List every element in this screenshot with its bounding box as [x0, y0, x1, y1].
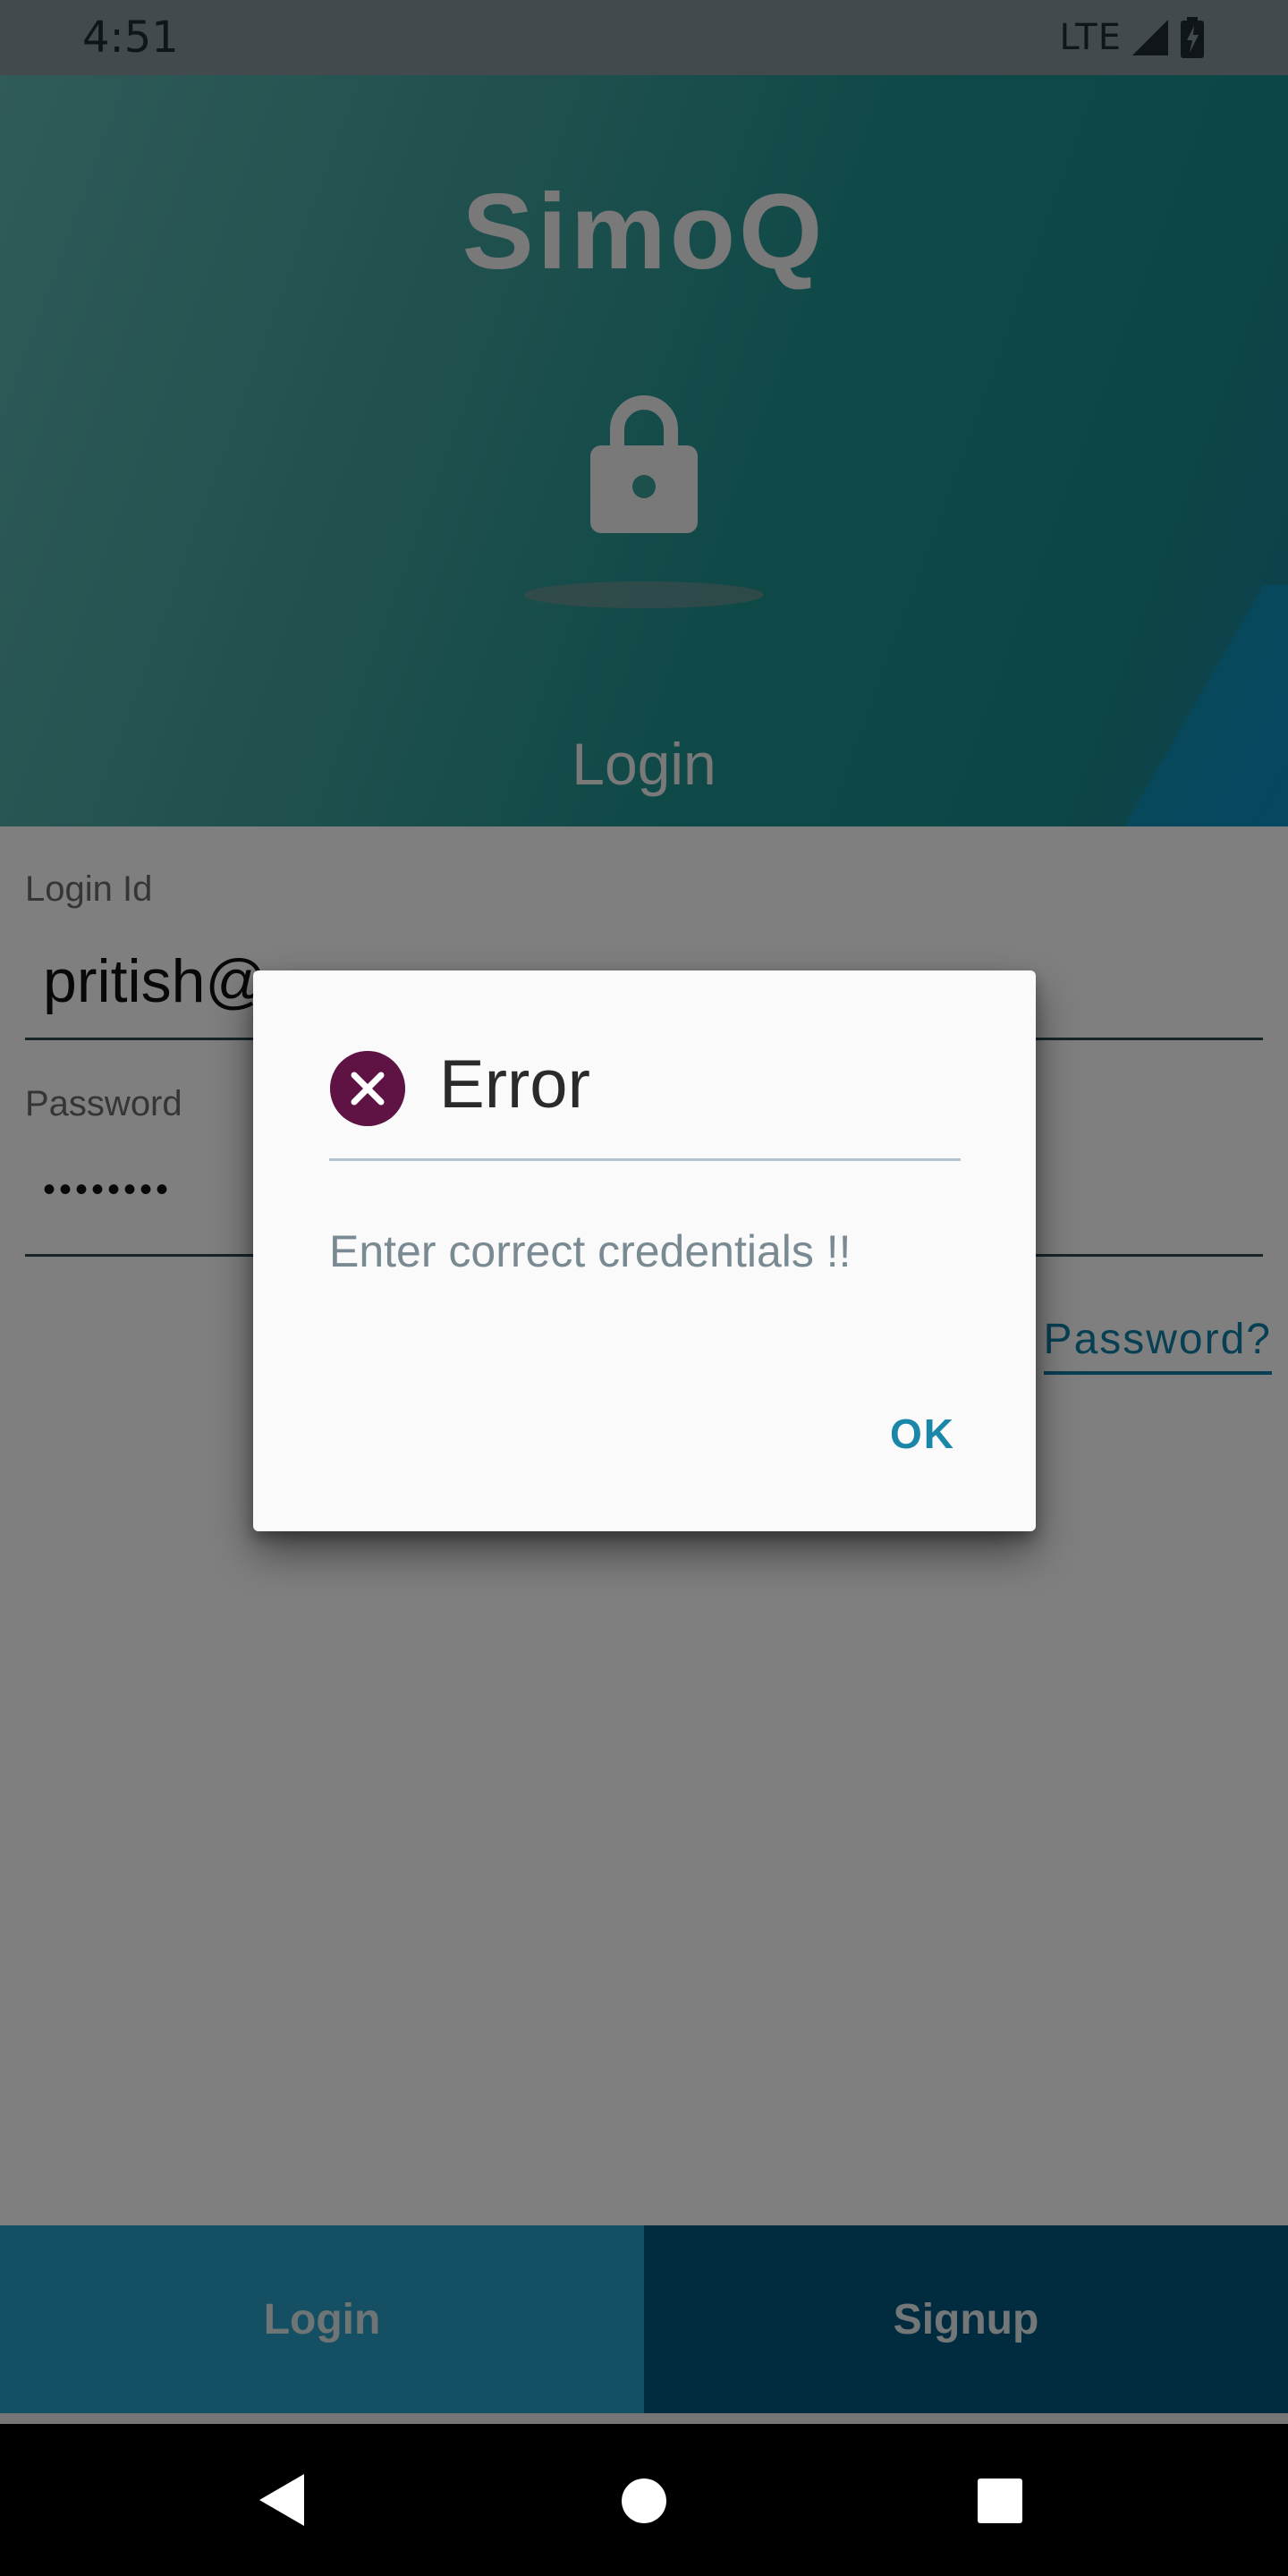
error-dialog: Error Enter correct credentials !! OK — [253, 970, 1036, 1531]
dialog-message: Enter correct credentials !! — [329, 1226, 852, 1276]
dialog-divider — [329, 1158, 961, 1161]
dialog-title: Error — [439, 1046, 590, 1123]
error-icon — [330, 1051, 405, 1126]
ok-button[interactable]: OK — [890, 1407, 955, 1461]
recents-icon[interactable] — [977, 2478, 1023, 2524]
back-icon[interactable] — [258, 2472, 308, 2528]
login-screen: 4:51 LTE SimoQ Login Login Id pritish@ P… — [0, 0, 1288, 2576]
home-icon[interactable] — [621, 2478, 667, 2524]
system-nav-bar — [0, 2424, 1288, 2576]
